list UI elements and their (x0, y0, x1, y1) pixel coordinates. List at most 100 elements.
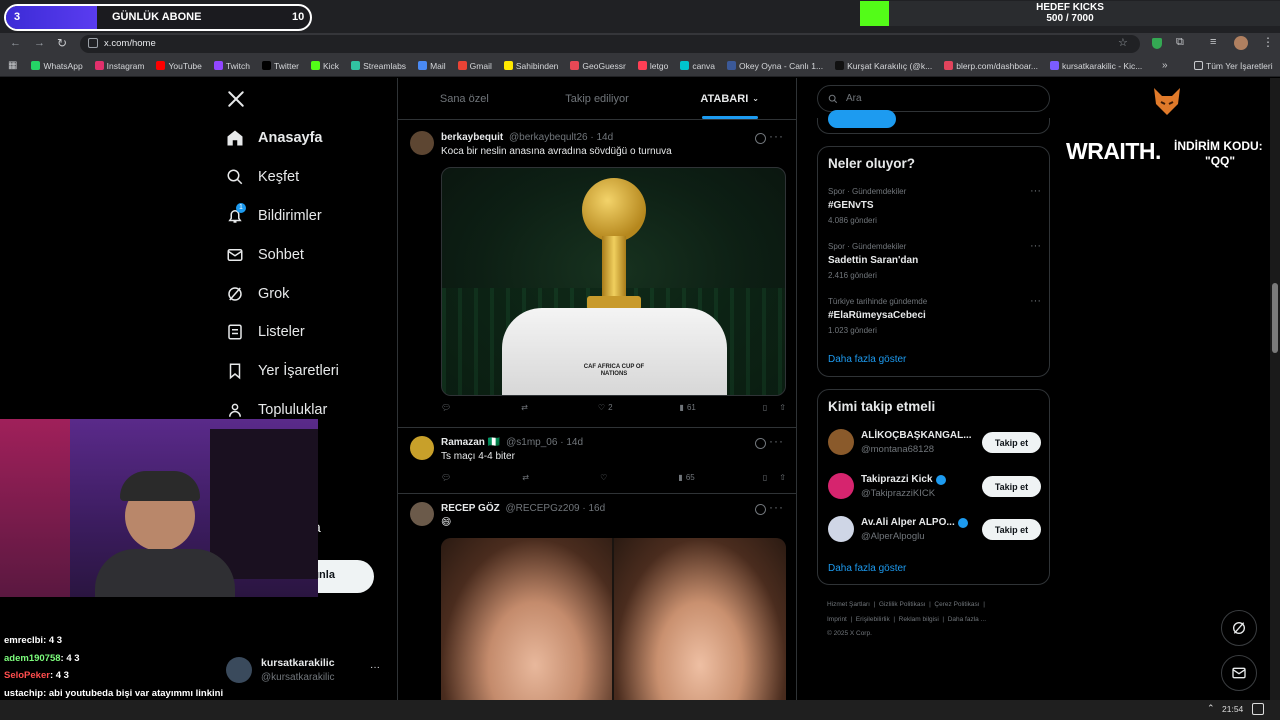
nav-bookmarks[interactable]: Yer İşaretleri (226, 362, 339, 380)
x-logo-icon[interactable] (227, 90, 245, 108)
nav-communities[interactable]: Topluluklar (226, 401, 327, 419)
trend-item[interactable]: Spor · Gündemdekiler Sadettin Saran'dan … (828, 240, 1041, 280)
like-button[interactable]: ♡ 2 (598, 403, 613, 412)
bookmark-item[interactable]: kursatkarakilic - Kic... (1050, 61, 1142, 71)
bookmark-icon[interactable]: ▯ (763, 403, 767, 412)
bookmark-item[interactable]: letgo (637, 61, 668, 71)
site-info-icon[interactable] (88, 38, 98, 48)
nav-explore[interactable]: Keşfet (226, 168, 299, 186)
tweet[interactable]: RECEP GÖZ @RECEPGz209 · 16d ··· 😄 (398, 494, 796, 720)
scrollbar-thumb[interactable] (1272, 283, 1278, 353)
grok-explain-icon[interactable] (755, 438, 766, 449)
bookmark-item[interactable]: Mail (418, 61, 446, 71)
footer-link[interactable]: Erişilebilirlik (856, 616, 890, 623)
trend-item[interactable]: Türkiye tarihinde gündemde #ElaRümeysaCe… (828, 295, 1041, 335)
tray-chevron-icon[interactable]: ⌃ (1207, 703, 1215, 714)
bookmark-item[interactable]: Twitch (213, 61, 250, 71)
follow-button[interactable]: Takip et (982, 519, 1041, 540)
show-more-follow[interactable]: Daha fazla göster (828, 563, 906, 574)
scrollbar[interactable] (1270, 78, 1280, 700)
grok-float-button[interactable] (1221, 610, 1257, 646)
grok-explain-icon[interactable] (755, 504, 766, 515)
bookmark-item[interactable]: canva (680, 61, 715, 71)
nav-grok[interactable]: Grok (226, 285, 289, 303)
subscribe-button[interactable] (828, 110, 896, 128)
avatar[interactable] (410, 502, 434, 526)
retweet-button[interactable]: ⇄ (521, 403, 531, 412)
grok-explain-icon[interactable] (755, 133, 766, 144)
more-icon[interactable]: ··· (1030, 295, 1041, 307)
bookmark-item[interactable]: Sahibinden (503, 61, 558, 71)
all-bookmarks[interactable]: Tüm Yer İşaretleri (1194, 61, 1273, 71)
follow-suggestion[interactable]: Takiprazzi Kick @TakiprazziKICK Takip et (828, 472, 1041, 502)
retweet-button[interactable]: ⇄ (522, 473, 532, 482)
account-switcher[interactable]: kursatkarakilic @kursatkarakilic ··· (226, 653, 386, 687)
bookmark-item[interactable]: Streamlabs (351, 61, 406, 71)
follow-button[interactable]: Takip et (982, 476, 1041, 497)
bookmark-item[interactable]: Gmail (457, 61, 492, 71)
back-icon[interactable]: ← (10, 37, 21, 49)
nav-lists[interactable]: Listeler (226, 323, 305, 341)
more-icon[interactable]: ··· (769, 434, 784, 448)
share-icon[interactable]: ⇧ (779, 403, 786, 412)
show-more-trends[interactable]: Daha fazla göster (828, 354, 906, 365)
reading-list-icon[interactable]: ≡ (1210, 36, 1216, 48)
follow-suggestion[interactable]: ALİKOÇBAŞKANGAL... @montana68128 Takip e… (828, 428, 1041, 458)
reply-button[interactable]: 💬︎ (441, 403, 454, 412)
footer-link[interactable]: Çerez Politikası (934, 601, 979, 608)
more-icon[interactable]: ··· (1030, 240, 1041, 252)
views-button[interactable]: ▮ 61 (680, 403, 696, 412)
trend-item[interactable]: Spor · Gündemdekiler #GENvTS 4.086 gönde… (828, 185, 1041, 225)
tweet-author[interactable]: RECEP GÖZ (441, 503, 500, 514)
reload-icon[interactable]: ↻ (57, 36, 67, 50)
bookmark-item[interactable]: WhatsApp (31, 61, 83, 71)
star-icon[interactable]: ☆ (1118, 36, 1128, 49)
reply-button[interactable]: 💬︎ (441, 473, 454, 482)
bookmark-item[interactable]: Kick (311, 61, 339, 71)
tweet[interactable]: berkaybequit @berkaybeqult26 · 14d ··· K… (398, 123, 796, 428)
more-icon[interactable]: ··· (769, 500, 784, 514)
tweet[interactable]: Ramazan 🇳🇬 @s1mp_06 · 14d ··· Ts maçı 4-4… (398, 428, 796, 494)
messages-float-button[interactable] (1221, 655, 1257, 691)
nav-chat[interactable]: Sohbet (226, 246, 304, 264)
footer-link[interactable]: Daha fazla ... (948, 616, 986, 623)
notification-icon[interactable] (1252, 703, 1264, 715)
profile-avatar[interactable] (1234, 36, 1248, 50)
bookmark-item[interactable]: Kurşat Karakılıç (@k... (835, 61, 932, 71)
tweet-media-image[interactable]: CAF AFRICA CUP OF NATIONS (441, 167, 786, 396)
bookmark-item[interactable]: GeoGuessr (570, 61, 626, 71)
extensions-icon[interactable]: ⧉ (1176, 36, 1184, 49)
bookmark-item[interactable]: blerp.com/dashboar... (944, 61, 1038, 71)
tweet-media-image[interactable] (441, 538, 786, 720)
follow-suggestion[interactable]: Av.Ali Alper ALPO... @AlperAlpoglu Takip… (828, 515, 1041, 545)
tab-list[interactable]: ATABARI ⌄ (663, 78, 796, 119)
search-input[interactable]: Ara (817, 85, 1050, 112)
follow-button[interactable]: Takip et (982, 432, 1041, 453)
more-bookmarks-icon[interactable]: » (1162, 60, 1168, 71)
apps-icon[interactable]: ▦ (8, 60, 17, 71)
url-field[interactable]: x.com/home ☆ (80, 35, 1140, 53)
shield-extension-icon[interactable] (1152, 38, 1162, 49)
footer-link[interactable]: Reklam bilgisi (899, 616, 939, 623)
nav-home[interactable]: Anasayfa (226, 129, 322, 147)
views-button[interactable]: ▮ 65 (678, 473, 694, 482)
forward-icon[interactable]: → (34, 37, 45, 49)
menu-icon[interactable]: ⋮ (1262, 35, 1274, 49)
nav-notifications[interactable]: Bildirimler 1 (226, 203, 322, 225)
bookmark-item[interactable]: Twitter (261, 61, 299, 71)
bookmark-icon[interactable]: ▯ (763, 473, 767, 482)
tweet-author[interactable]: berkaybequit (441, 132, 503, 143)
tweet-author[interactable]: Ramazan (441, 437, 485, 448)
share-icon[interactable]: ⇧ (779, 473, 786, 482)
bookmark-item[interactable]: Okey Oyna - Canlı 1... (727, 61, 823, 71)
tab-following[interactable]: Takip ediliyor (531, 78, 664, 119)
avatar[interactable] (410, 436, 434, 460)
avatar[interactable] (410, 131, 434, 155)
footer-link[interactable]: Hizmet Şartları (827, 601, 870, 608)
bookmark-item[interactable]: YouTube (156, 61, 202, 71)
more-icon[interactable]: ··· (1030, 185, 1041, 197)
footer-link[interactable]: Gizlilik Politikası (879, 601, 926, 608)
more-icon[interactable]: ··· (769, 129, 784, 143)
tab-for-you[interactable]: Sana özel (398, 78, 531, 119)
footer-link[interactable]: Imprint (827, 616, 847, 623)
